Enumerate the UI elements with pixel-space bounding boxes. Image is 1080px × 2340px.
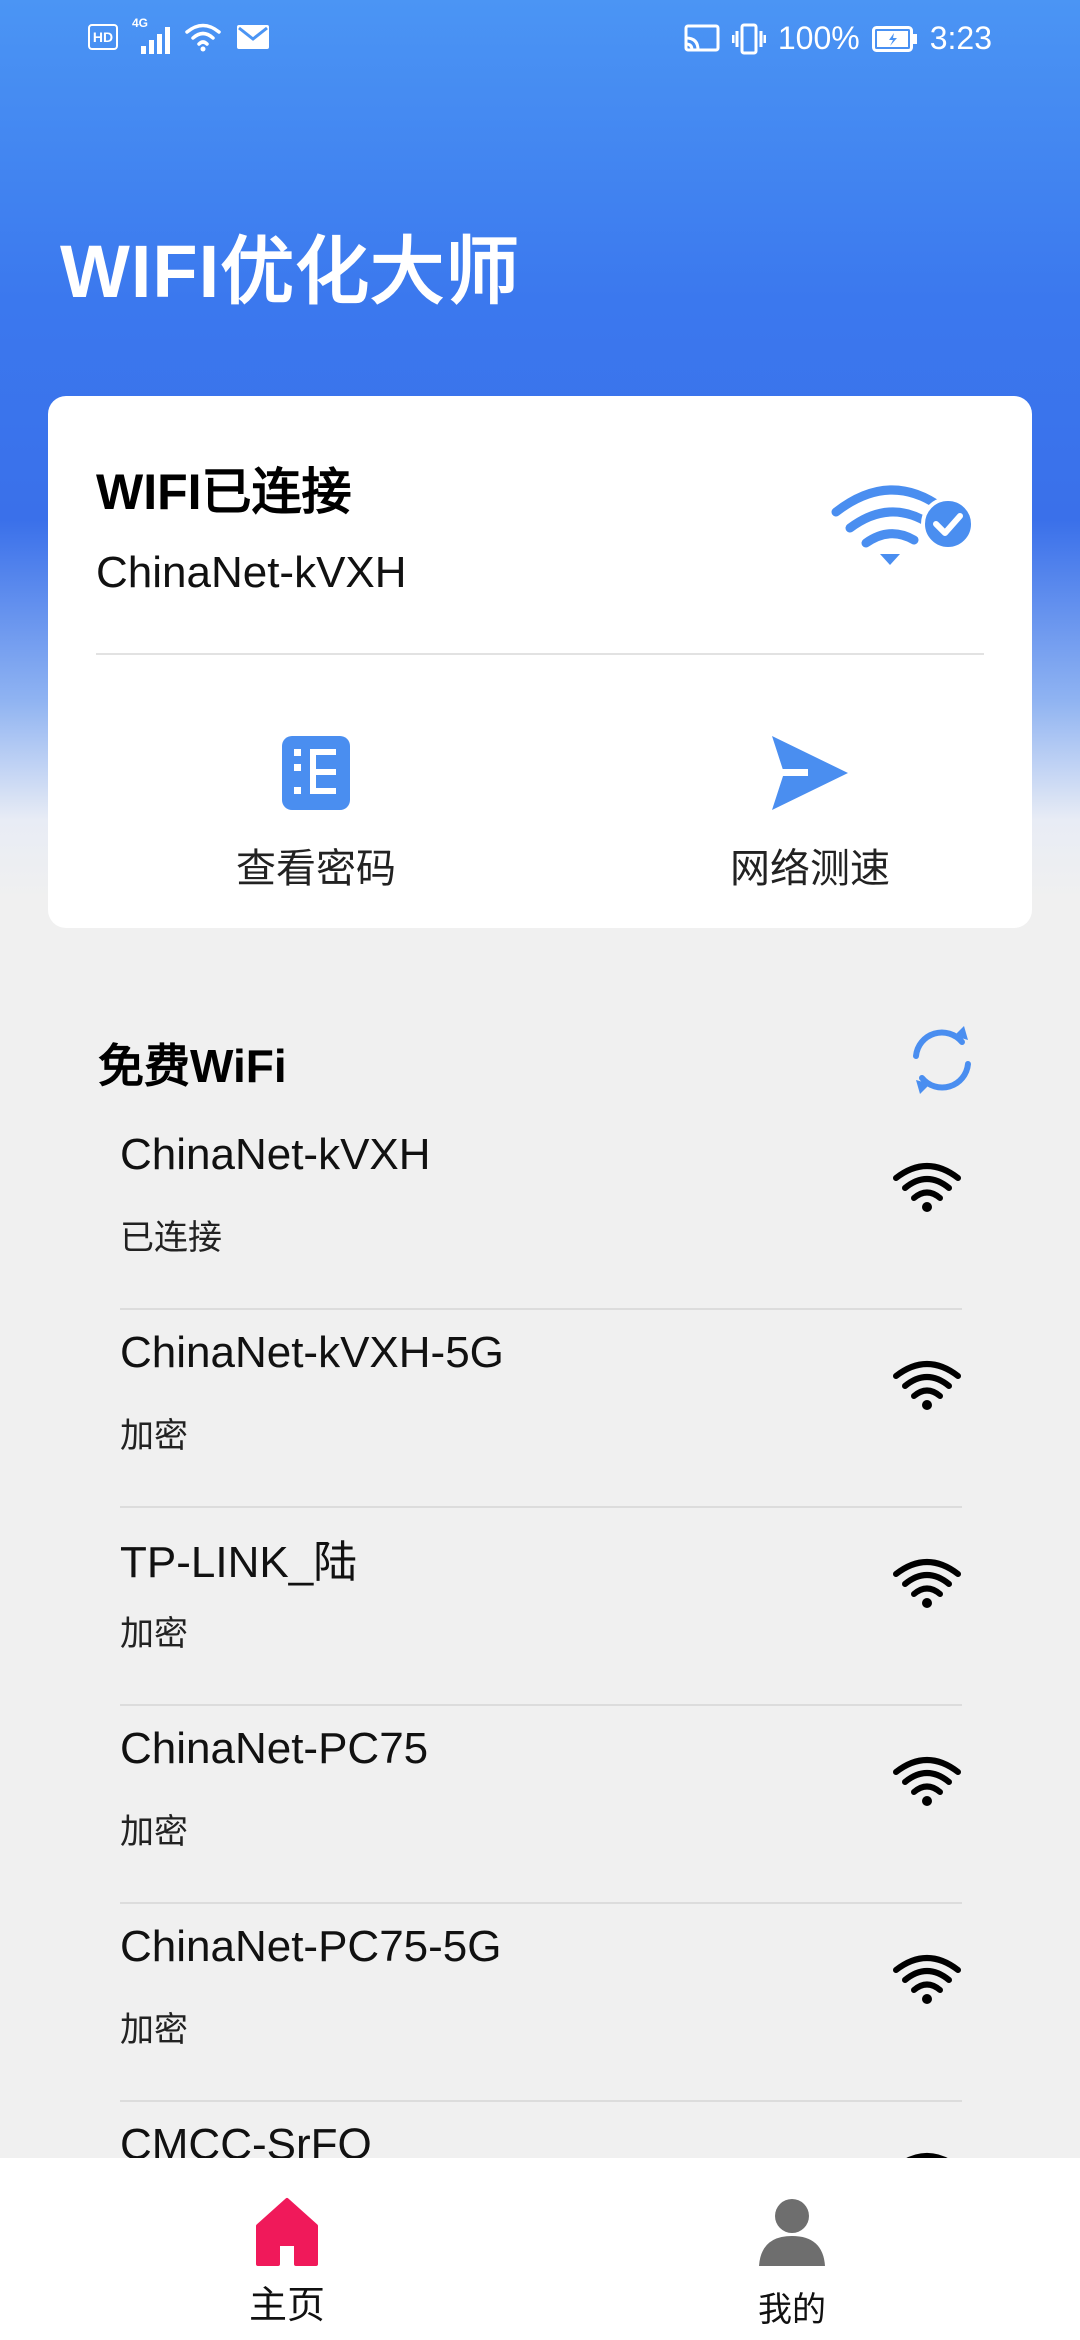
view-password-label: 查看密码 xyxy=(236,847,396,891)
password-list-icon xyxy=(282,736,350,810)
wifi-signal-icon xyxy=(892,1556,962,1610)
wifi-list-item[interactable]: ChinaNet-PC75-5G 加密 xyxy=(120,1904,962,2102)
wifi-connected-check-icon xyxy=(831,485,975,565)
status-bar: HD 4G 100% 3:23 xyxy=(0,0,1080,80)
home-icon xyxy=(256,2198,318,2266)
vibrate-icon xyxy=(731,23,766,54)
clock: 3:23 xyxy=(929,20,992,56)
wifi-list: ChinaNet-kVXH 已连接 ChinaNet-kVXH-5G 加密 TP… xyxy=(120,1112,962,2300)
nav-mine[interactable]: 我的 xyxy=(692,2188,892,2331)
mail-icon xyxy=(237,25,269,49)
refresh-icon[interactable] xyxy=(904,1022,980,1098)
free-wifi-title: 免费WiFi xyxy=(98,1040,287,1092)
wifi-signal-icon xyxy=(892,1358,962,1412)
wifi-state: 加密 xyxy=(120,1813,188,1851)
cellular-signal-icon: 4G xyxy=(132,16,170,54)
wifi-list-item[interactable]: ChinaNet-kVXH-5G 加密 xyxy=(120,1310,962,1508)
speed-test-label: 网络测速 xyxy=(730,847,890,891)
wifi-ssid: ChinaNet-PC75 xyxy=(120,1724,429,1773)
hd-icon: HD xyxy=(88,24,118,50)
connection-status: WIFI已连接 xyxy=(96,464,352,520)
connected-ssid: ChinaNet-kVXH xyxy=(96,548,407,597)
nav-mine-label: 我的 xyxy=(758,2291,826,2329)
cast-icon xyxy=(684,24,720,51)
wifi-state: 已连接 xyxy=(120,1219,222,1257)
status-left: HD 4G xyxy=(88,16,270,54)
bottom-nav: 主页 我的 xyxy=(0,2158,1080,2340)
user-icon xyxy=(759,2199,825,2266)
battery-icon xyxy=(871,25,917,52)
app-title: WIFI优化大师 xyxy=(60,230,521,313)
wifi-ssid: ChinaNet-PC75-5G xyxy=(120,1922,502,1971)
wifi-signal-icon xyxy=(892,1160,962,1214)
wifi-status-icon xyxy=(185,23,221,52)
wifi-ssid: ChinaNet-kVXH-5G xyxy=(120,1328,504,1377)
send-arrow-icon xyxy=(772,736,848,810)
wifi-state: 加密 xyxy=(120,1615,188,1653)
connection-card: WIFI已连接 ChinaNet-kVXH 查看密码 网络测速 xyxy=(48,396,1032,928)
wifi-list-item[interactable]: TP-LINK_陆 加密 xyxy=(120,1508,962,1706)
wifi-state: 加密 xyxy=(120,1417,188,1455)
wifi-list-item[interactable]: ChinaNet-kVXH 已连接 xyxy=(120,1112,962,1310)
status-right: 100% 3:23 xyxy=(684,20,992,57)
nav-home-label: 主页 xyxy=(248,2285,325,2327)
view-password-button[interactable]: 查看密码 xyxy=(166,720,466,894)
wifi-ssid: ChinaNet-kVXH xyxy=(120,1130,431,1179)
wifi-ssid: TP-LINK_陆 xyxy=(120,1538,358,1587)
speed-test-button[interactable]: 网络测速 xyxy=(660,720,960,894)
nav-home[interactable]: 主页 xyxy=(187,2188,387,2329)
wifi-state: 加密 xyxy=(120,2011,188,2049)
battery-percent: 100% xyxy=(777,20,860,56)
wifi-signal-icon xyxy=(892,1754,962,1808)
wifi-signal-icon xyxy=(892,1952,962,2006)
card-divider xyxy=(96,653,984,655)
wifi-list-item[interactable]: ChinaNet-PC75 加密 xyxy=(120,1706,962,1904)
